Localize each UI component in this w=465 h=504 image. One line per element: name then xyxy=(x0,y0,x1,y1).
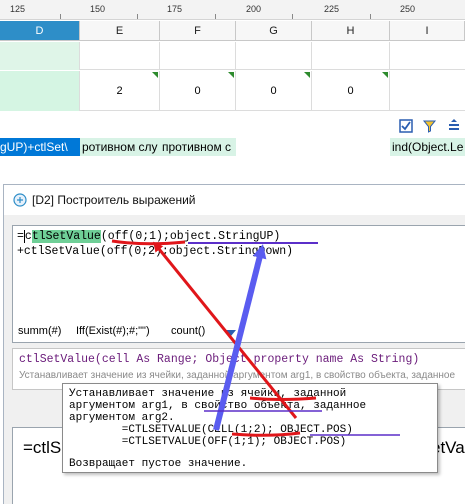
grid-cell[interactable]: 0 xyxy=(236,71,312,111)
column-header-f[interactable]: F xyxy=(160,21,236,41)
ruler-tick: 125 xyxy=(10,4,26,14)
tooltip-line: аргументом arg2. xyxy=(69,412,175,424)
dialog-title-bar[interactable]: [D2] Построитель выражений xyxy=(4,185,465,215)
cell-formula-i[interactable]: ind(Object.Le xyxy=(390,138,465,156)
tooltip-line: аргументом arg1, в свойство объекта, зад… xyxy=(69,400,367,412)
function-summ-link[interactable]: summ(#) xyxy=(18,325,61,337)
ruler-tick: 150 xyxy=(90,4,106,14)
code-prefix: = xyxy=(17,230,24,243)
preview-text-left: =ctlS xyxy=(23,438,62,457)
cell-formula-d[interactable]: gUP)+ctlSet\ xyxy=(0,138,80,156)
tooltip-line: =CTLSETVALUE(OFF(1;1); OBJECT.POS) xyxy=(69,436,347,448)
app-icon xyxy=(13,193,27,207)
grid-cell[interactable] xyxy=(0,71,80,111)
column-header-g[interactable]: G xyxy=(236,21,312,41)
grid-row xyxy=(0,42,465,70)
tooltip-line: =CTLSETVALUE(CELL(1;2); OBJECT.POS) xyxy=(69,424,353,436)
sort-icon[interactable] xyxy=(446,118,462,134)
ruler-mark xyxy=(292,14,293,19)
column-header-i[interactable]: I xyxy=(390,21,465,41)
column-header-d[interactable]: D xyxy=(0,21,80,41)
function-description: Устанавливает значение из ячейки, заданн… xyxy=(19,370,456,381)
grid-row: 2 0 0 0 xyxy=(0,71,465,111)
column-header-e[interactable]: E xyxy=(80,21,160,41)
cell-value: 0 xyxy=(270,85,277,97)
code-function-highlight: tlSetValue xyxy=(31,230,101,243)
cell-formula-e[interactable]: ротивном слу xyxy=(80,138,160,156)
ruler-mark xyxy=(215,14,216,19)
grid-cell[interactable] xyxy=(160,42,236,70)
ruler-mark xyxy=(60,14,61,19)
ruler: 125 150 175 200 225 250 xyxy=(0,0,465,20)
grid-cell[interactable] xyxy=(236,42,312,70)
tooltip-line: Возвращает пустое значение. xyxy=(69,458,248,470)
column-header-h[interactable]: H xyxy=(312,21,390,41)
note-marker xyxy=(152,72,158,78)
function-help-tooltip: Устанавливает значение из ячейки, заданн… xyxy=(62,383,438,473)
cell-value: 0 xyxy=(194,85,201,97)
code-line: =ctlSetValue(off(0;1);object.StringUP) xyxy=(17,230,280,243)
function-iff-link[interactable]: Iff(Exist(#);#;"") xyxy=(76,325,150,337)
grid-cell[interactable] xyxy=(0,42,80,70)
note-marker xyxy=(304,72,310,78)
filter-icon[interactable] xyxy=(422,118,438,134)
code-cursor-char: c xyxy=(23,230,32,243)
cell-value: 2 xyxy=(116,85,123,97)
checkbox-icon[interactable] xyxy=(398,118,414,134)
ruler-tick: 250 xyxy=(400,4,416,14)
cell-formula-f[interactable]: противном с xyxy=(160,138,236,156)
function-signature: ctlSetValue(cell As Range; Object proper… xyxy=(19,353,420,366)
note-marker xyxy=(228,72,234,78)
grid-cell[interactable]: 0 xyxy=(312,71,390,111)
grid-cell[interactable] xyxy=(80,42,160,70)
dialog-title: [D2] Построитель выражений xyxy=(32,193,196,207)
tooltip-line: Устанавливает значение из ячейки, заданн… xyxy=(69,388,347,400)
ruler-mark xyxy=(370,14,371,19)
ruler-tick: 225 xyxy=(324,4,340,14)
chevron-down-icon[interactable] xyxy=(226,330,236,336)
function-count-link[interactable]: count() xyxy=(171,325,205,337)
ruler-tick: 200 xyxy=(246,4,262,14)
grid-cell[interactable]: 0 xyxy=(160,71,236,111)
note-marker xyxy=(382,72,388,78)
code-line: +ctlSetValue(off(0;2);object.StringDown) xyxy=(17,245,294,258)
ruler-mark xyxy=(137,14,138,19)
grid-cell[interactable] xyxy=(312,42,390,70)
ruler-tick: 175 xyxy=(167,4,183,14)
code-args: (off(0;1);object.StringUP) xyxy=(100,230,281,243)
cell-value: 0 xyxy=(347,85,354,97)
grid-cell[interactable]: 2 xyxy=(80,71,160,111)
